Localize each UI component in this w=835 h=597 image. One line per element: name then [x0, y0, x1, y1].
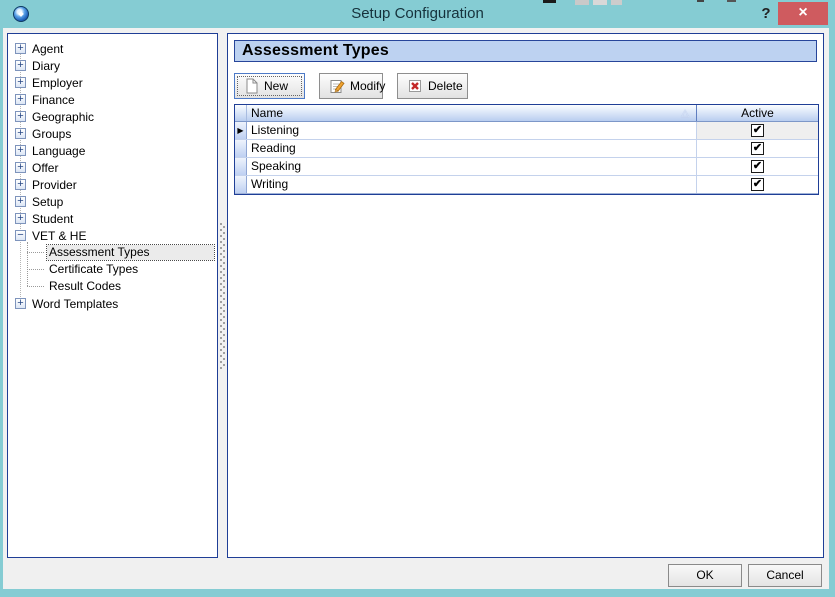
tree-item-word-templates[interactable]: + Word Templates [8, 295, 217, 312]
tree-item-vet-he[interactable]: − VET & HE [8, 227, 217, 244]
dialog-body: + Agent + Diary + Employer + Finance + G… [3, 28, 829, 589]
cell-active[interactable]: ✔ [696, 140, 818, 157]
expand-plus-icon[interactable]: + [15, 196, 26, 207]
column-name-label: Name [251, 106, 283, 120]
tree-item-label: Finance [32, 93, 75, 107]
modify-button[interactable]: Modify [319, 73, 383, 99]
tree-item-label: Word Templates [32, 297, 118, 311]
cell-name[interactable]: Writing [247, 176, 696, 193]
setup-tree: + Agent + Diary + Employer + Finance + G… [7, 33, 218, 558]
tree-item-label: Setup [32, 195, 63, 209]
row-selector[interactable] [235, 176, 247, 193]
table-row-speaking: Speaking ✔ [235, 158, 818, 176]
delete-x-icon [407, 78, 423, 94]
window-title: Setup Configuration [0, 0, 835, 28]
ok-button[interactable]: OK [668, 564, 742, 587]
panel-splitter[interactable] [220, 223, 226, 369]
new-button-label: New [264, 79, 288, 93]
cell-name[interactable]: Listening [247, 122, 696, 139]
expand-plus-icon[interactable]: + [15, 77, 26, 88]
expand-plus-icon[interactable]: + [15, 60, 26, 71]
tree-item-finance[interactable]: + Finance [8, 91, 217, 108]
tree-item-result-codes[interactable]: Result Codes [8, 278, 217, 295]
tree-item-label: VET & HE [32, 229, 86, 243]
tree-item-diary[interactable]: + Diary [8, 57, 217, 74]
delete-button-label: Delete [428, 79, 463, 93]
cancel-button[interactable]: Cancel [748, 564, 822, 587]
grid-column-name[interactable]: Name △ [247, 105, 696, 121]
cell-active[interactable]: ✔ [696, 122, 818, 139]
current-row-icon: ▶ [237, 127, 243, 135]
table-row-reading: Reading ✔ [235, 140, 818, 158]
expand-plus-icon[interactable]: + [15, 298, 26, 309]
row-selector[interactable] [235, 158, 247, 175]
cell-active[interactable]: ✔ [696, 158, 818, 175]
tree-item-employer[interactable]: + Employer [8, 74, 217, 91]
tree-item-student[interactable]: + Student [8, 210, 217, 227]
tree-item-certificate-types[interactable]: Certificate Types [8, 261, 217, 278]
collapse-minus-icon[interactable]: − [15, 230, 26, 241]
table-row-listening: ▶ Listening ✔ [235, 122, 818, 140]
checkbox-checked-icon[interactable]: ✔ [751, 142, 764, 155]
assessment-types-panel: Assessment Types New Modify [227, 33, 824, 558]
expand-plus-icon[interactable]: + [15, 128, 26, 139]
tree-item-provider[interactable]: + Provider [8, 176, 217, 193]
cell-name[interactable]: Speaking [247, 158, 696, 175]
cell-name[interactable]: Reading [247, 140, 696, 157]
expand-plus-icon[interactable]: + [15, 43, 26, 54]
new-button[interactable]: New [234, 73, 305, 99]
tree-item-setup[interactable]: + Setup [8, 193, 217, 210]
row-selector[interactable]: ▶ [235, 122, 247, 139]
tree-item-label: Assessment Types [47, 245, 214, 260]
grid-column-active[interactable]: Active [696, 105, 818, 121]
expand-plus-icon[interactable]: + [15, 162, 26, 173]
edit-pencil-icon [329, 78, 345, 94]
tree-item-label: Language [32, 144, 85, 158]
expand-plus-icon[interactable]: + [15, 94, 26, 105]
tree-item-assessment-types[interactable]: Assessment Types [8, 244, 217, 261]
table-row-writing: Writing ✔ [235, 176, 818, 194]
expand-plus-icon[interactable]: + [15, 111, 26, 122]
sort-ascending-icon: △ [681, 106, 689, 122]
tree-item-language[interactable]: + Language [8, 142, 217, 159]
cell-active[interactable]: ✔ [696, 176, 818, 193]
row-selector[interactable] [235, 140, 247, 157]
modify-button-label: Modify [350, 79, 385, 93]
tree-item-label: Geographic [32, 110, 94, 124]
tree-item-label: Student [32, 212, 73, 226]
tree-item-label: Result Codes [47, 279, 214, 294]
tree-item-label: Offer [32, 161, 58, 175]
tree-item-label: Certificate Types [47, 262, 214, 277]
tree-item-offer[interactable]: + Offer [8, 159, 217, 176]
tree-item-label: Employer [32, 76, 83, 90]
grid-header: Name △ Active [235, 105, 818, 122]
assessment-types-grid: Name △ Active ▶ Listening ✔ Reading ✔ [234, 104, 819, 195]
grid-selector-header [235, 105, 247, 121]
tree-item-label: Agent [32, 42, 63, 56]
tree-item-agent[interactable]: + Agent [8, 40, 217, 57]
tree-item-label: Groups [32, 127, 71, 141]
tree-item-label: Diary [32, 59, 60, 73]
new-document-icon [244, 78, 259, 94]
checkbox-checked-icon[interactable]: ✔ [751, 178, 764, 191]
window-titlebar[interactable]: Setup Configuration ? × [0, 0, 835, 28]
tree-item-label: Provider [32, 178, 77, 192]
tree-item-groups[interactable]: + Groups [8, 125, 217, 142]
help-button[interactable]: ? [758, 3, 774, 25]
close-button[interactable]: × [778, 2, 828, 25]
expand-plus-icon[interactable]: + [15, 145, 26, 156]
expand-plus-icon[interactable]: + [15, 179, 26, 190]
dialog-footer: OK Cancel [3, 558, 829, 589]
page-title: Assessment Types [234, 40, 817, 62]
checkbox-checked-icon[interactable]: ✔ [751, 160, 764, 173]
tree-item-geographic[interactable]: + Geographic [8, 108, 217, 125]
delete-button[interactable]: Delete [397, 73, 468, 99]
expand-plus-icon[interactable]: + [15, 213, 26, 224]
checkbox-checked-icon[interactable]: ✔ [751, 124, 764, 137]
